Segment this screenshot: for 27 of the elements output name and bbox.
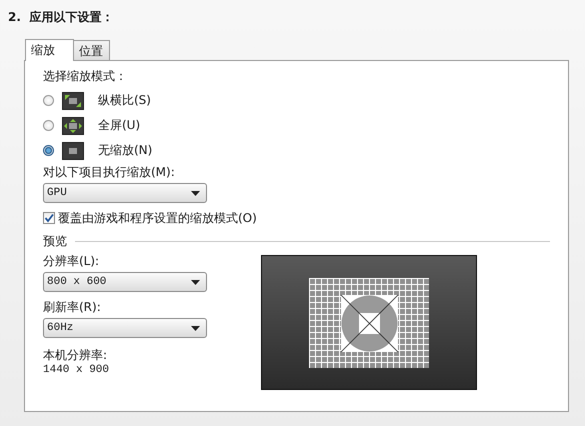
- fullscreen-icon: [62, 116, 84, 134]
- native-resolution: 1440 x 900: [43, 364, 110, 376]
- group-title: 预览: [43, 232, 67, 250]
- radio-label: 纵横比(S): [98, 92, 151, 109]
- field-label: 分辨率(L):: [43, 253, 100, 270]
- field-label: 对以下项目执行缩放(M):: [43, 164, 176, 181]
- none-icon: [62, 142, 84, 160]
- caret-icon: [191, 190, 200, 196]
- dropdown[interactable]: 60Hz: [43, 318, 207, 338]
- section-heading: 2. 应用以下设置：: [8, 9, 114, 25]
- radio-button[interactable]: [43, 95, 54, 106]
- field-label: 刷新率(R):: [43, 299, 102, 316]
- caret-icon: [191, 326, 200, 330]
- checkbox-label: 覆盖由游戏和程序设置的缩放模式(O): [58, 210, 257, 226]
- field-label: 本机分辨率:: [43, 347, 108, 364]
- aspect-icon: [62, 92, 84, 110]
- field-label: 选择缩放模式：: [43, 68, 128, 85]
- checkbox[interactable]: [43, 212, 55, 224]
- dropdown[interactable]: GPU: [43, 183, 207, 203]
- radio-label: 全屏(U): [98, 117, 140, 134]
- caret-icon: [191, 280, 200, 284]
- tab[interactable]: 缩放: [25, 39, 74, 61]
- radio-button[interactable]: [43, 145, 54, 156]
- tab[interactable]: 位置: [73, 40, 110, 60]
- radio-button[interactable]: [43, 120, 54, 131]
- radio-label: 无缩放(N): [98, 142, 152, 159]
- dropdown[interactable]: 800 x 600: [43, 272, 207, 292]
